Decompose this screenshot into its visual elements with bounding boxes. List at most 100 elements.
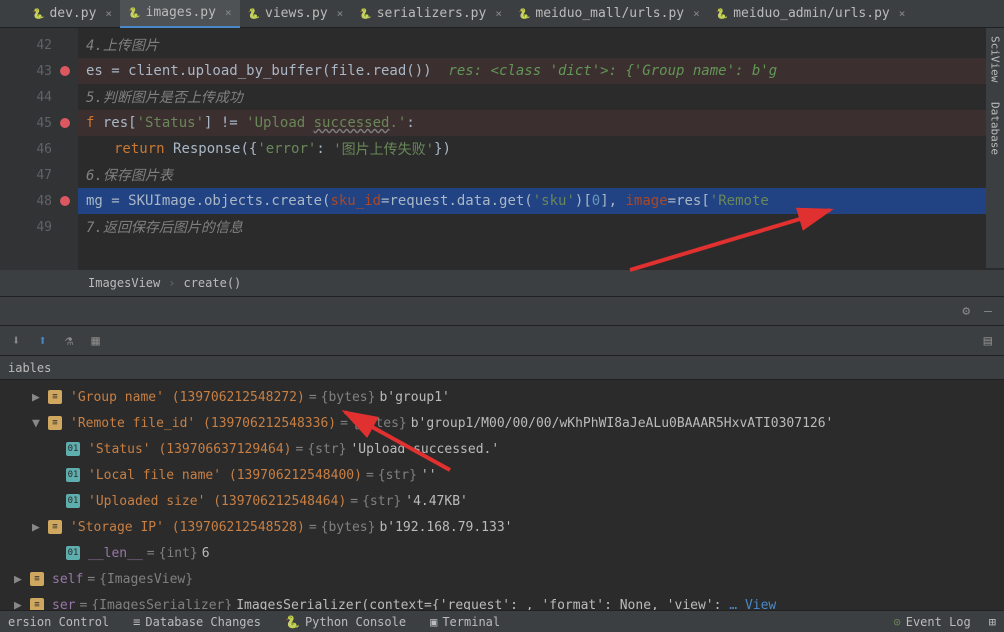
var-type-icon: 01 [66, 546, 80, 560]
line-number: 49 [36, 220, 52, 235]
variable-row[interactable]: ▶≡self = {ImagesView} [0, 566, 1004, 592]
var-name: 'Status' (139706637129464) [88, 442, 292, 457]
close-icon[interactable]: × [105, 7, 112, 20]
version-control-tab[interactable]: ersion Control [8, 615, 109, 629]
var-value: b'192.168.79.133' [379, 520, 512, 535]
breakpoint-icon[interactable] [60, 66, 70, 76]
line-number: 47 [36, 168, 52, 183]
python-icon [248, 6, 260, 21]
database-changes-tab[interactable]: ≡Database Changes [133, 615, 261, 629]
expander-icon[interactable]: ▼ [32, 416, 44, 431]
line-number: 44 [36, 90, 52, 105]
download-icon[interactable]: ⬇ [12, 333, 20, 349]
var-type-icon: ≡ [30, 572, 44, 586]
line-number: 48 [36, 194, 52, 209]
tab-dev[interactable]: dev.py× [24, 0, 120, 28]
sciview-tab[interactable]: SciView [989, 36, 1002, 82]
expander-icon[interactable]: ▶ [14, 572, 26, 587]
var-name: 'Storage IP' (139706212548528) [70, 520, 305, 535]
line-number: 43 [36, 64, 52, 79]
event-log-tab[interactable]: ⊙Event Log [894, 615, 971, 629]
var-type: {str} [378, 468, 417, 483]
breakpoint-icon[interactable] [60, 196, 70, 206]
var-name: __len__ [88, 546, 143, 561]
close-icon[interactable]: × [899, 7, 906, 20]
database-tab[interactable]: Database [989, 102, 1002, 155]
minimize-icon[interactable]: — [984, 304, 992, 319]
python-icon [518, 6, 530, 21]
var-type-icon: 01 [66, 494, 80, 508]
layout-toggle[interactable]: ⊞ [989, 615, 996, 629]
var-type: {bytes} [352, 416, 407, 431]
tab-mall-urls[interactable]: meiduo_mall/urls.py× [510, 0, 708, 28]
upload-icon[interactable]: ⬆ [38, 333, 46, 349]
gutter: 42 43 44 45 46 47 48 49 [0, 28, 78, 270]
layout-icon[interactable]: ▤ [984, 333, 992, 349]
debug-actions: ⬇ ⬆ ⚗ ▦ ▤ [0, 326, 1004, 356]
var-type: {int} [159, 546, 198, 561]
var-name: self [52, 572, 83, 587]
close-icon[interactable]: × [495, 7, 502, 20]
python-console-tab[interactable]: 🐍Python Console [285, 615, 406, 629]
gear-icon[interactable]: ⚙ [962, 304, 970, 319]
variable-row[interactable]: 01'Local file name' (139706212548400) = … [0, 462, 1004, 488]
tab-admin-urls[interactable]: meiduo_admin/urls.py× [708, 0, 914, 28]
tab-views[interactable]: views.py× [240, 0, 352, 28]
terminal-tab[interactable]: ▣Terminal [430, 615, 500, 629]
var-type-icon: ≡ [48, 520, 62, 534]
variable-row[interactable]: 01'Status' (139706637129464) = {str} 'Up… [0, 436, 1004, 462]
var-type: {ImagesView} [99, 572, 193, 587]
var-value: '4.47KB' [405, 494, 468, 509]
var-name: 'Local file name' (139706212548400) [88, 468, 362, 483]
var-value: b'group1' [379, 390, 449, 405]
breadcrumb-class[interactable]: ImagesView [88, 276, 160, 290]
close-icon[interactable]: × [337, 7, 344, 20]
python-icon [716, 6, 728, 21]
var-type-icon: 01 [66, 442, 80, 456]
breadcrumb: ImagesView › create() [0, 270, 1004, 296]
var-type: {str} [362, 494, 401, 509]
var-type-icon: ≡ [48, 416, 62, 430]
tab-images[interactable]: images.py× [120, 0, 240, 28]
variable-row[interactable]: 01'Uploaded size' (139706212548464) = {s… [0, 488, 1004, 514]
line-number: 42 [36, 38, 52, 53]
var-type: {str} [307, 442, 346, 457]
var-type: {bytes} [321, 390, 376, 405]
chevron-right-icon: › [168, 276, 175, 290]
var-value: '' [421, 468, 437, 483]
tab-serializers[interactable]: serializers.py× [351, 0, 510, 28]
python-icon [359, 6, 371, 21]
variable-row[interactable]: ▶≡'Group name' (139706212548272) = {byte… [0, 384, 1004, 410]
variable-row[interactable]: ▶≡'Storage IP' (139706212548528) = {byte… [0, 514, 1004, 540]
python-icon [128, 5, 140, 20]
debug-toolbar: ⚙ — [0, 296, 1004, 326]
code-content[interactable]: 4.上传图片 es = client.upload_by_buffer(file… [78, 28, 1004, 270]
table-icon[interactable]: ▦ [91, 333, 99, 349]
var-value: b'group1/M00/00/00/wKhPhWI8aJeALu0BAAAR5… [411, 416, 834, 431]
variable-row[interactable]: ▼≡'Remote file_id' (139706212548336) = {… [0, 410, 1004, 436]
var-type: {bytes} [321, 520, 376, 535]
close-icon[interactable]: × [693, 7, 700, 20]
breadcrumb-method[interactable]: create() [183, 276, 241, 290]
code-editor[interactable]: 42 43 44 45 46 47 48 49 4.上传图片 es = clie… [0, 28, 1004, 270]
expander-icon[interactable]: ▶ [32, 520, 44, 535]
python-icon [32, 6, 44, 21]
var-name: 'Remote file_id' (139706212548336) [70, 416, 336, 431]
filter-icon[interactable]: ⚗ [65, 333, 73, 349]
editor-tabs: dev.py× images.py× views.py× serializers… [0, 0, 1004, 28]
side-panel[interactable]: SciView Database [986, 28, 1004, 268]
variable-row[interactable]: 01__len__ = {int} 6 [0, 540, 1004, 566]
variables-panel: ▶≡'Group name' (139706212548272) = {byte… [0, 380, 1004, 622]
var-value: 6 [202, 546, 210, 561]
expander-icon[interactable]: ▶ [32, 390, 44, 405]
line-number: 46 [36, 142, 52, 157]
var-type-icon: 01 [66, 468, 80, 482]
var-type-icon: ≡ [48, 390, 62, 404]
line-number: 45 [36, 116, 52, 131]
variables-header: iables [0, 356, 1004, 380]
var-value: 'Upload successed.' [350, 442, 499, 457]
breakpoint-icon[interactable] [60, 118, 70, 128]
var-name: 'Uploaded size' (139706212548464) [88, 494, 346, 509]
var-name: 'Group name' (139706212548272) [70, 390, 305, 405]
close-icon[interactable]: × [225, 6, 232, 19]
